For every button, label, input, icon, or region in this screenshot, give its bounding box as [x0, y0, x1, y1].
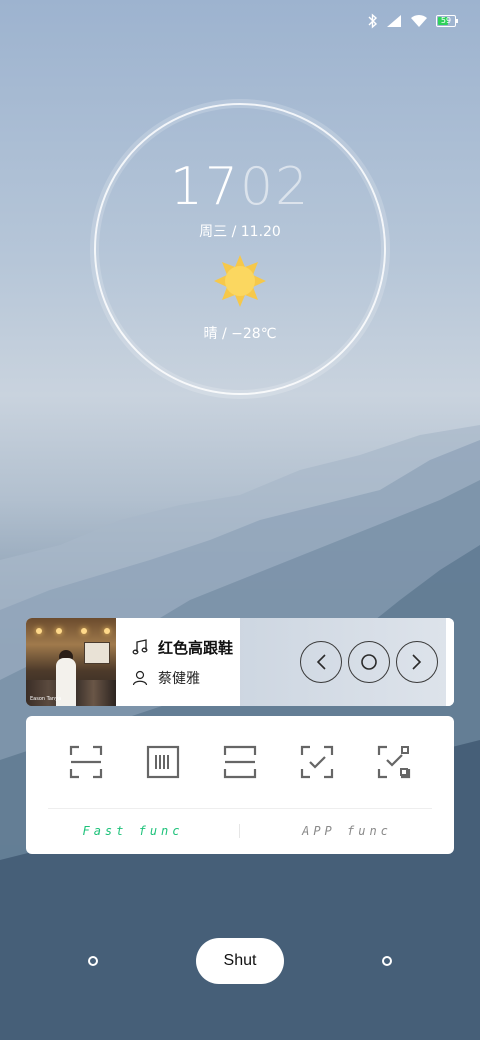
scan-check-button[interactable] — [299, 744, 335, 780]
album-caption: Eason Tanya — [30, 696, 62, 702]
album-art[interactable]: Eason Tanya — [26, 618, 116, 706]
shut-button[interactable]: Shut — [196, 938, 284, 984]
person-icon — [132, 670, 148, 685]
time-minutes: 02 — [240, 157, 311, 217]
time-display: 1702 — [96, 157, 384, 217]
artist-name: 蔡健雅 — [158, 670, 200, 687]
playback-controls — [240, 618, 454, 706]
next-icon — [412, 654, 422, 670]
function-icons — [26, 744, 454, 780]
time-hours: 17 — [169, 157, 240, 217]
right-dot-button[interactable] — [382, 956, 392, 966]
album-light — [56, 628, 62, 634]
previous-icon — [316, 654, 326, 670]
music-note-icon — [132, 639, 148, 655]
tab-fast-func[interactable]: Fast func — [26, 820, 240, 842]
battery-icon: 59 — [436, 15, 458, 27]
clock-widget[interactable]: 1702 周三 / 11.20 晴 / −28℃ — [94, 103, 386, 395]
weather-text: 晴 / −28℃ — [203, 326, 277, 342]
status-bar: 59 — [368, 10, 458, 32]
scan-check-dots-icon — [377, 745, 410, 779]
previous-button[interactable] — [300, 641, 342, 683]
signal-icon — [387, 15, 401, 27]
album-light — [81, 628, 87, 634]
scan-frame-button[interactable] — [68, 744, 104, 780]
song-title-row: 红色高跟鞋 — [132, 637, 240, 658]
battery-cap — [456, 19, 458, 23]
barcode-button[interactable] — [145, 744, 181, 780]
song-info[interactable]: 红色高跟鞋 蔡健雅 — [116, 618, 240, 706]
scan-check-icon — [300, 745, 333, 779]
next-button[interactable] — [396, 641, 438, 683]
song-title: 红色高跟鞋 — [158, 638, 234, 657]
play-pause-icon — [361, 654, 377, 670]
scan-line-button[interactable] — [222, 744, 258, 780]
tab-app-func[interactable]: APP func — [240, 820, 454, 842]
album-sign — [84, 642, 110, 664]
scan-frame-icon — [70, 745, 103, 779]
album-light — [36, 628, 42, 634]
music-card[interactable]: Eason Tanya 红色高跟鞋 蔡健雅 — [26, 618, 454, 706]
scan-check-dots-button[interactable] — [376, 744, 412, 780]
date-text: 周三 / 11.20 — [199, 224, 281, 240]
scan-line-icon — [223, 745, 257, 779]
bluetooth-icon — [368, 13, 378, 29]
sun-icon — [214, 255, 266, 307]
function-tabs: Fast func APP func — [26, 820, 454, 842]
left-dot-button[interactable] — [88, 956, 98, 966]
play-pause-button[interactable] — [348, 641, 390, 683]
battery-level-text: 59 — [440, 16, 452, 25]
barcode-icon — [147, 745, 180, 779]
function-divider — [48, 808, 432, 809]
wifi-icon — [411, 14, 427, 27]
album-light — [104, 628, 110, 634]
tab-separator — [239, 824, 240, 838]
function-card: Fast func APP func — [26, 716, 454, 854]
artist-row: 蔡健雅 — [132, 668, 240, 688]
